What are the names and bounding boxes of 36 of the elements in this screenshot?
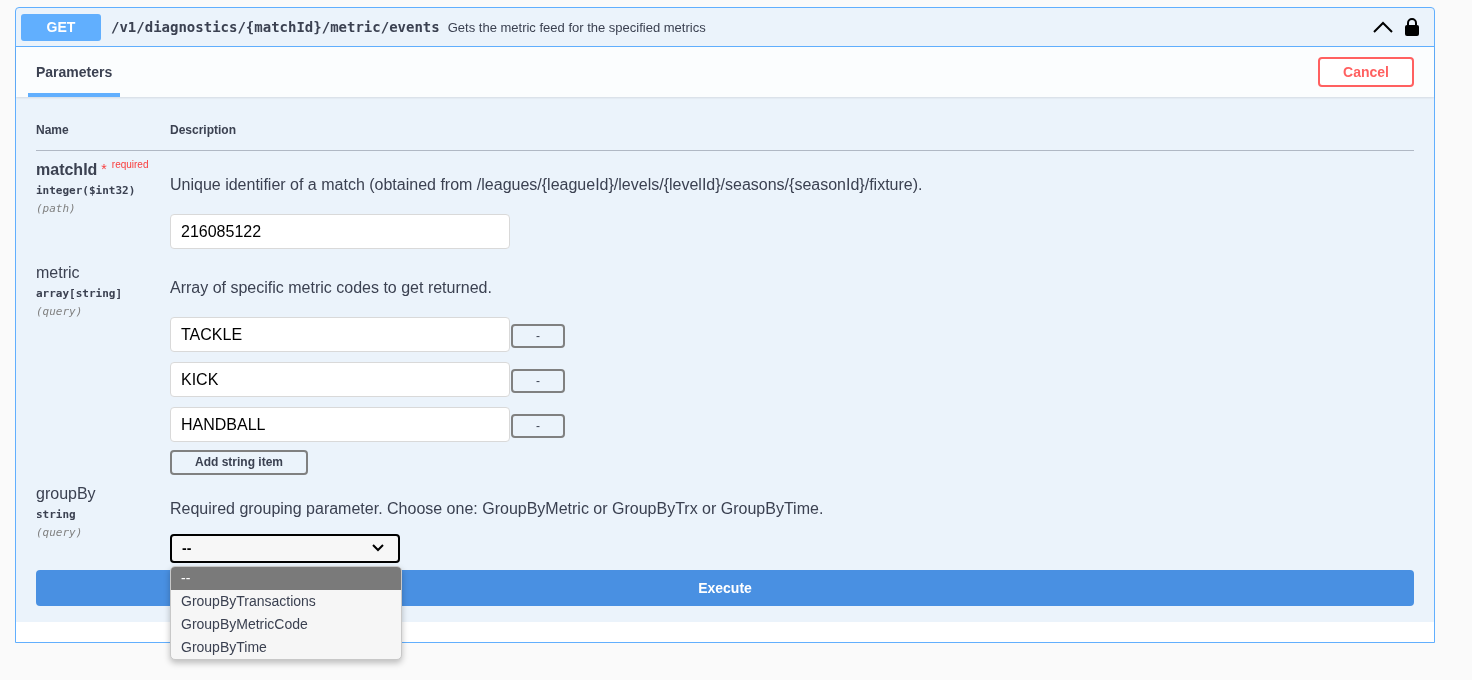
- collapse-chevron-icon[interactable]: [1373, 21, 1393, 33]
- add-item-button[interactable]: Add string item: [170, 449, 308, 475]
- column-header: Name: [36, 123, 70, 137]
- input-field[interactable]: 216085122: [170, 214, 510, 249]
- parameter-description: Array of specific metric codes to get returned.: [170, 279, 493, 297]
- endpoint-path: /v1/diagnostics/{matchId}/metric/events: [111, 19, 440, 35]
- dropdown-option[interactable]: --: [171, 566, 401, 590]
- parameter-location: (query): [36, 305, 84, 318]
- http-method-badge: GET: [21, 13, 101, 41]
- parameter-type: array[string]: [36, 287, 124, 300]
- parameter-type: string: [36, 507, 77, 521]
- chevron-down-icon: [372, 544, 384, 552]
- lock-icon[interactable]: [1405, 18, 1419, 36]
- required-label: required: [111, 159, 149, 170]
- remove-item-button[interactable]: -: [511, 369, 565, 393]
- selected-value: --: [182, 540, 192, 556]
- remove-item-button[interactable]: -: [511, 414, 565, 438]
- parameter-description: Required grouping parameter. Choose one: GroupByMetric or GroupByTrx or GroupByTime.: [170, 499, 825, 518]
- dropdown-option[interactable]: GroupByMetricCode: [171, 612, 401, 636]
- parameter-name: groupBy: [36, 484, 96, 503]
- parameter-name: metric: [36, 264, 80, 282]
- parameter-name: matchId: [36, 161, 98, 179]
- remove-item-button[interactable]: -: [511, 324, 565, 348]
- dropdown-select[interactable]: --: [170, 533, 400, 563]
- dropdown-option[interactable]: GroupByTime: [171, 635, 401, 659]
- parameter-location: (path): [36, 202, 77, 215]
- input-field[interactable]: HANDBALL: [170, 407, 510, 442]
- input-field[interactable]: KICK: [170, 362, 510, 397]
- input-field[interactable]: TACKLE: [170, 317, 510, 352]
- parameter-location: (query): [36, 525, 84, 539]
- required-asterisk: *: [101, 161, 107, 177]
- parameter-type: integer($int32): [36, 184, 137, 197]
- parameters-tab[interactable]: Parameters: [28, 47, 121, 97]
- column-header: Description: [170, 123, 236, 137]
- parameter-description: Unique identifier of a match (obtained from /leagues/{leagueId}/levels/{levelId}/seasons/{seasonId}/fixture).: [170, 176, 924, 194]
- operation-description: Gets the metric feed for the specified metrics: [447, 19, 706, 35]
